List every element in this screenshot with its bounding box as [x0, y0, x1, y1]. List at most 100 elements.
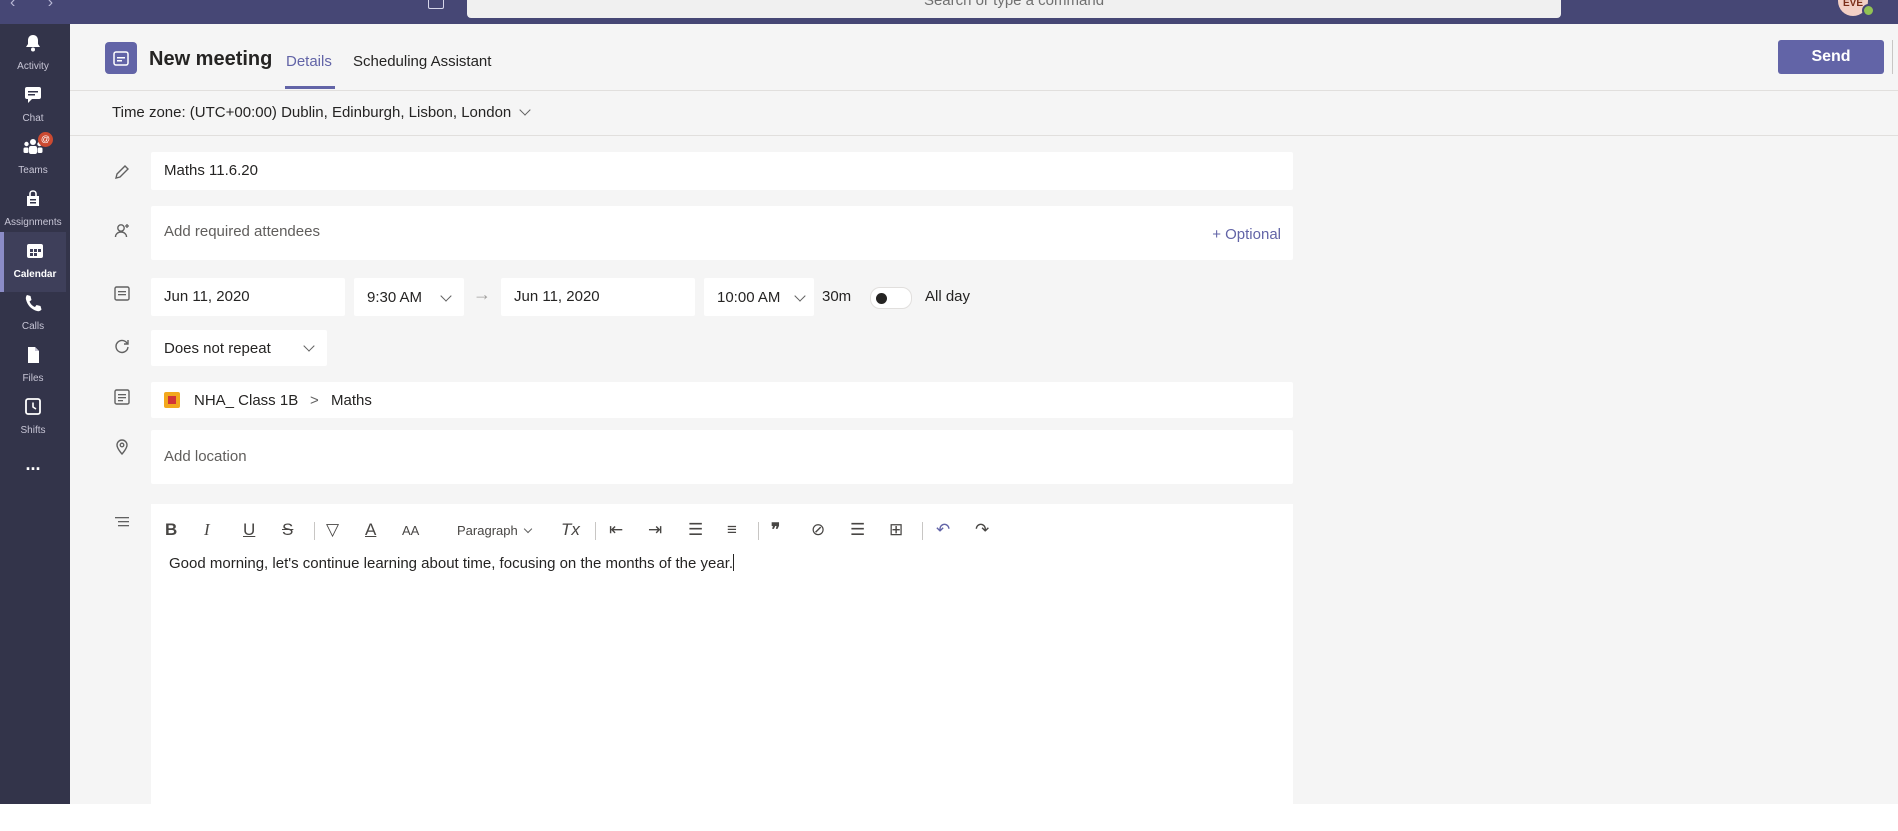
timezone-selector[interactable]: Time zone: (UTC+00:00) Dublin, Edinburgh…: [112, 104, 531, 121]
rail-label: Calls: [21, 321, 45, 332]
toggle-knob: [876, 293, 887, 304]
rail-item-files[interactable]: Files: [0, 336, 66, 396]
repeat-select[interactable]: Does not repeat: [151, 330, 327, 366]
redo-icon[interactable]: ↷: [975, 520, 989, 540]
rail-item-shifts[interactable]: Shifts: [0, 388, 66, 448]
rail-label: Assignments: [4, 217, 62, 228]
rail-item-more[interactable]: ...: [0, 444, 66, 504]
title-value: Maths 11.6.20: [164, 162, 258, 179]
send-options-button[interactable]: [1892, 40, 1898, 74]
search-input[interactable]: Search or type a command: [467, 0, 1561, 18]
end-date-field[interactable]: Jun 11, 2020: [501, 278, 695, 316]
toolbar-divider: [595, 522, 596, 540]
description-text[interactable]: Good morning, let's continue learning ab…: [169, 554, 735, 572]
calendar-icon: [27, 244, 43, 258]
description-editor[interactable]: B I U S ▽ A AA Paragraph Tx ⇤ ⇥ ☰ ≡ ❞ ⊘ …: [151, 504, 1293, 804]
strikethrough-button[interactable]: S: [282, 520, 293, 540]
italic-button[interactable]: I: [204, 520, 210, 540]
rail-label: Shifts: [20, 425, 46, 436]
presence-status-icon: [1862, 4, 1875, 17]
bell-icon: [26, 35, 40, 52]
rail-label: Files: [22, 373, 44, 384]
end-time-value: 10:00 AM: [717, 289, 781, 306]
rail-label: Activity: [17, 61, 49, 72]
active-tab-indicator: [285, 86, 335, 89]
chevron-right-icon: >: [310, 392, 319, 409]
arrow-right-icon: →: [473, 284, 491, 304]
text-caret: [733, 554, 735, 571]
attendees-placeholder: Add required attendees: [164, 223, 320, 240]
meeting-form: New meeting Details Scheduling Assistant…: [70, 24, 1898, 804]
start-date-value: Jun 11, 2020: [164, 288, 250, 305]
end-date-value: Jun 11, 2020: [514, 288, 600, 305]
bottom-strip: [0, 804, 1898, 831]
start-date-field[interactable]: Jun 11, 2020: [151, 278, 345, 316]
search-placeholder: Search or type a command: [923, 0, 1105, 9]
chat-icon: [25, 87, 41, 103]
attendees-field[interactable]: Add required attendees + Optional: [151, 206, 1293, 260]
tab-details[interactable]: Details: [286, 53, 332, 70]
chevron-down-icon: [794, 290, 806, 302]
toolbar-divider: [758, 522, 759, 540]
assignments-icon: [27, 190, 39, 206]
font-color-button[interactable]: A: [365, 520, 376, 540]
start-time-select[interactable]: 9:30 AM: [354, 278, 464, 316]
optional-attendees-link[interactable]: + Optional: [1212, 226, 1281, 243]
toolbar-divider: [922, 522, 923, 540]
location-placeholder: Add location: [164, 448, 247, 465]
location-pin-icon: [116, 439, 128, 456]
chevron-down-icon: [519, 104, 531, 116]
all-day-label: All day: [925, 288, 971, 305]
tab-scheduling-assistant[interactable]: Scheduling Assistant: [353, 53, 491, 70]
end-time-select[interactable]: 10:00 AM: [704, 278, 814, 316]
rail-item-chat[interactable]: Chat: [0, 76, 66, 136]
table-icon[interactable]: ⊞: [889, 520, 903, 540]
meeting-calendar-icon: [105, 42, 137, 74]
repeat-icon: [115, 339, 129, 354]
start-time-value: 9:30 AM: [367, 289, 423, 306]
quote-icon[interactable]: ❞: [771, 520, 780, 540]
rail-item-calendar[interactable]: Calendar: [0, 232, 66, 292]
phone-icon: [25, 295, 42, 312]
more-icon: ...: [25, 454, 41, 474]
rail-label: Teams: [18, 165, 48, 176]
compose-icon[interactable]: [428, 0, 444, 9]
bullets-icon[interactable]: ☰: [688, 520, 703, 540]
back-forward-arrows[interactable]: ‹ ›: [10, 0, 67, 12]
channel-team: NHA_ Class 1B: [194, 392, 299, 409]
bold-button[interactable]: B: [165, 520, 177, 540]
rail-label: Calendar: [13, 269, 57, 280]
indent-icon[interactable]: ⇥: [648, 520, 662, 540]
repeat-value: Does not repeat: [164, 340, 271, 357]
clear-formatting-button[interactable]: Tx: [561, 520, 580, 540]
rail-item-assignments[interactable]: Assignments: [0, 180, 66, 240]
rail-label: Chat: [22, 113, 44, 124]
font-size-button[interactable]: AA: [402, 523, 419, 538]
link-icon[interactable]: ⊘: [811, 520, 825, 540]
paragraph-select[interactable]: Paragraph: [457, 523, 533, 538]
duration-label: 30m: [822, 288, 852, 305]
all-day-toggle[interactable]: [870, 287, 912, 309]
app-rail: Activity Chat @ Teams Assignments Calend…: [0, 24, 70, 804]
description-icon: [115, 517, 129, 527]
channel-field[interactable]: NHA_ Class 1B > Maths: [151, 382, 1293, 418]
chevron-down-icon: [440, 290, 452, 302]
outdent-icon[interactable]: ⇤: [609, 520, 623, 540]
divider-icon[interactable]: ☰: [850, 520, 865, 540]
highlight-icon[interactable]: ▽: [326, 520, 339, 540]
description-body: Good morning, let's continue learning ab…: [169, 555, 734, 572]
underline-button[interactable]: U: [243, 520, 255, 540]
rail-item-activity[interactable]: Activity: [0, 24, 66, 84]
channel-icon: [114, 389, 130, 405]
pencil-icon: [115, 165, 129, 179]
send-button[interactable]: Send: [1778, 40, 1884, 74]
chevron-down-icon: [303, 340, 315, 352]
rail-item-calls[interactable]: Calls: [0, 284, 66, 344]
team-icon: [164, 392, 180, 408]
rail-item-teams[interactable]: @ Teams: [0, 128, 66, 188]
location-field[interactable]: Add location: [151, 430, 1293, 484]
title-field[interactable]: Maths 11.6.20: [151, 152, 1293, 190]
file-icon: [28, 347, 39, 363]
numbering-icon[interactable]: ≡: [727, 520, 737, 540]
undo-icon[interactable]: ↶: [936, 520, 950, 540]
